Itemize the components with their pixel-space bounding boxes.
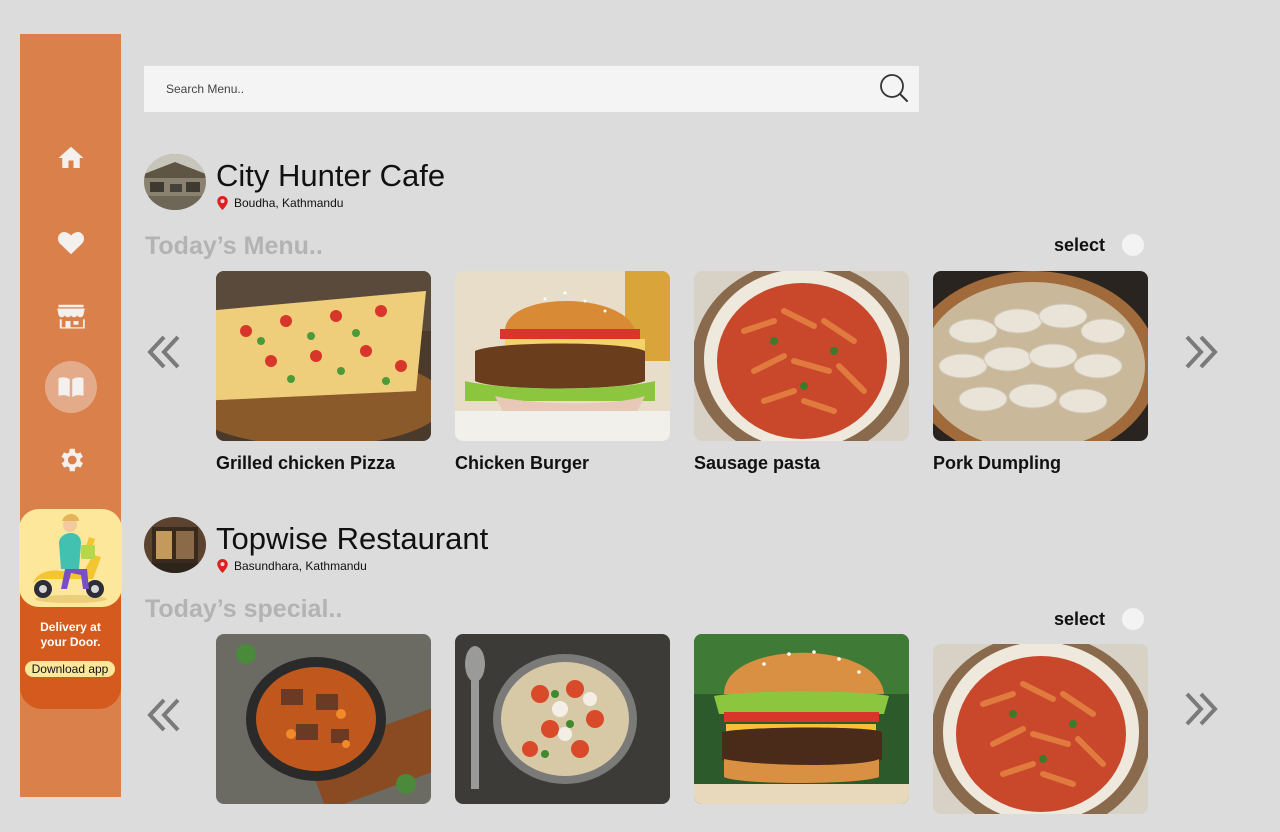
food-image: [933, 644, 1148, 814]
restaurant-avatar: [144, 154, 206, 210]
nav-settings[interactable]: [45, 434, 97, 486]
chevron-double-right-icon: [1185, 692, 1218, 726]
menu-item-card[interactable]: Chicken Burger: [455, 271, 670, 474]
menu-item-card[interactable]: Sausage pasta: [694, 271, 909, 474]
home-icon: [58, 146, 83, 168]
restaurant-section: Topwise Restaurant Basundhara, Kathmandu…: [144, 517, 1218, 832]
location-pin-icon: [217, 559, 228, 573]
nav-home[interactable]: [45, 132, 97, 184]
chevron-double-right-icon: [1185, 335, 1218, 369]
search-input[interactable]: [144, 66, 864, 112]
nav-menu[interactable]: [44, 361, 97, 413]
nav-favorites[interactable]: [45, 217, 97, 269]
menu-item-card[interactable]: [216, 634, 431, 804]
search-icon[interactable]: [879, 73, 909, 103]
food-image: [694, 634, 909, 804]
delivery-promo-card: Delivery at your Door. Download app: [19, 509, 122, 709]
select-control: select: [1054, 234, 1144, 256]
select-label: select: [1053, 608, 1105, 629]
menu-item-card[interactable]: [694, 634, 909, 804]
select-label: select: [1053, 234, 1105, 255]
menu-item-card[interactable]: Grilled chicken Pizza: [216, 271, 431, 474]
carousel-next-button[interactable]: [1181, 690, 1221, 730]
promo-text: Delivery at your Door.: [20, 620, 121, 650]
location-text: Boudha, Kathmandu: [234, 196, 344, 210]
menu-item-label: Pork Dumpling: [933, 453, 1062, 473]
menu-item-card[interactable]: [933, 644, 1148, 814]
restaurant-avatar: [144, 517, 206, 573]
restaurant-location: Boudha, Kathmandu: [216, 196, 343, 210]
menu-item-label: Grilled chicken Pizza: [216, 453, 396, 473]
carousel-next-button[interactable]: [1181, 333, 1221, 373]
download-app-button[interactable]: Download app: [25, 661, 115, 677]
nav-store[interactable]: [45, 290, 97, 342]
select-toggle[interactable]: [1122, 608, 1144, 630]
food-image: [455, 634, 670, 804]
menu-item-card[interactable]: [455, 634, 670, 804]
food-image: [694, 271, 909, 441]
restaurant-name[interactable]: City Hunter Cafe: [216, 158, 445, 194]
food-image: [933, 271, 1148, 441]
store-icon: [56, 304, 85, 329]
gear-icon: [61, 448, 83, 472]
delivery-scooter-illustration: [19, 509, 122, 607]
promo-line-1: Delivery at: [40, 620, 101, 634]
sidebar: Delivery at your Door. Download app: [19, 34, 122, 797]
restaurant-location: Basundhara, Kathmandu: [216, 559, 367, 573]
restaurant-name[interactable]: Topwise Restaurant: [216, 521, 488, 557]
section-title: Today’s Menu..: [145, 232, 323, 260]
menu-item-label: Chicken Burger: [455, 453, 590, 473]
food-image: [216, 271, 431, 441]
location-pin-icon: [217, 196, 228, 210]
chevron-double-left-icon: [147, 335, 180, 369]
select-toggle[interactable]: [1122, 234, 1144, 256]
section-title: Today’s special..: [145, 595, 343, 623]
restaurant-section: City Hunter Cafe Boudha, Kathmandu Today…: [144, 154, 1218, 484]
carousel-prev-button[interactable]: [144, 696, 184, 736]
location-text: Basundhara, Kathmandu: [234, 559, 367, 573]
promo-line-2: your Door.: [40, 635, 101, 649]
menu-item-label: Sausage pasta: [694, 453, 821, 473]
food-image: [455, 271, 670, 441]
heart-icon: [57, 232, 84, 255]
food-image: [216, 634, 431, 804]
menu-book-icon: [58, 377, 83, 397]
select-control: select: [1054, 608, 1144, 630]
menu-item-card[interactable]: Pork Dumpling: [933, 271, 1148, 474]
chevron-double-left-icon: [147, 698, 180, 732]
carousel-prev-button[interactable]: [144, 333, 184, 373]
search-bar: [144, 66, 919, 112]
